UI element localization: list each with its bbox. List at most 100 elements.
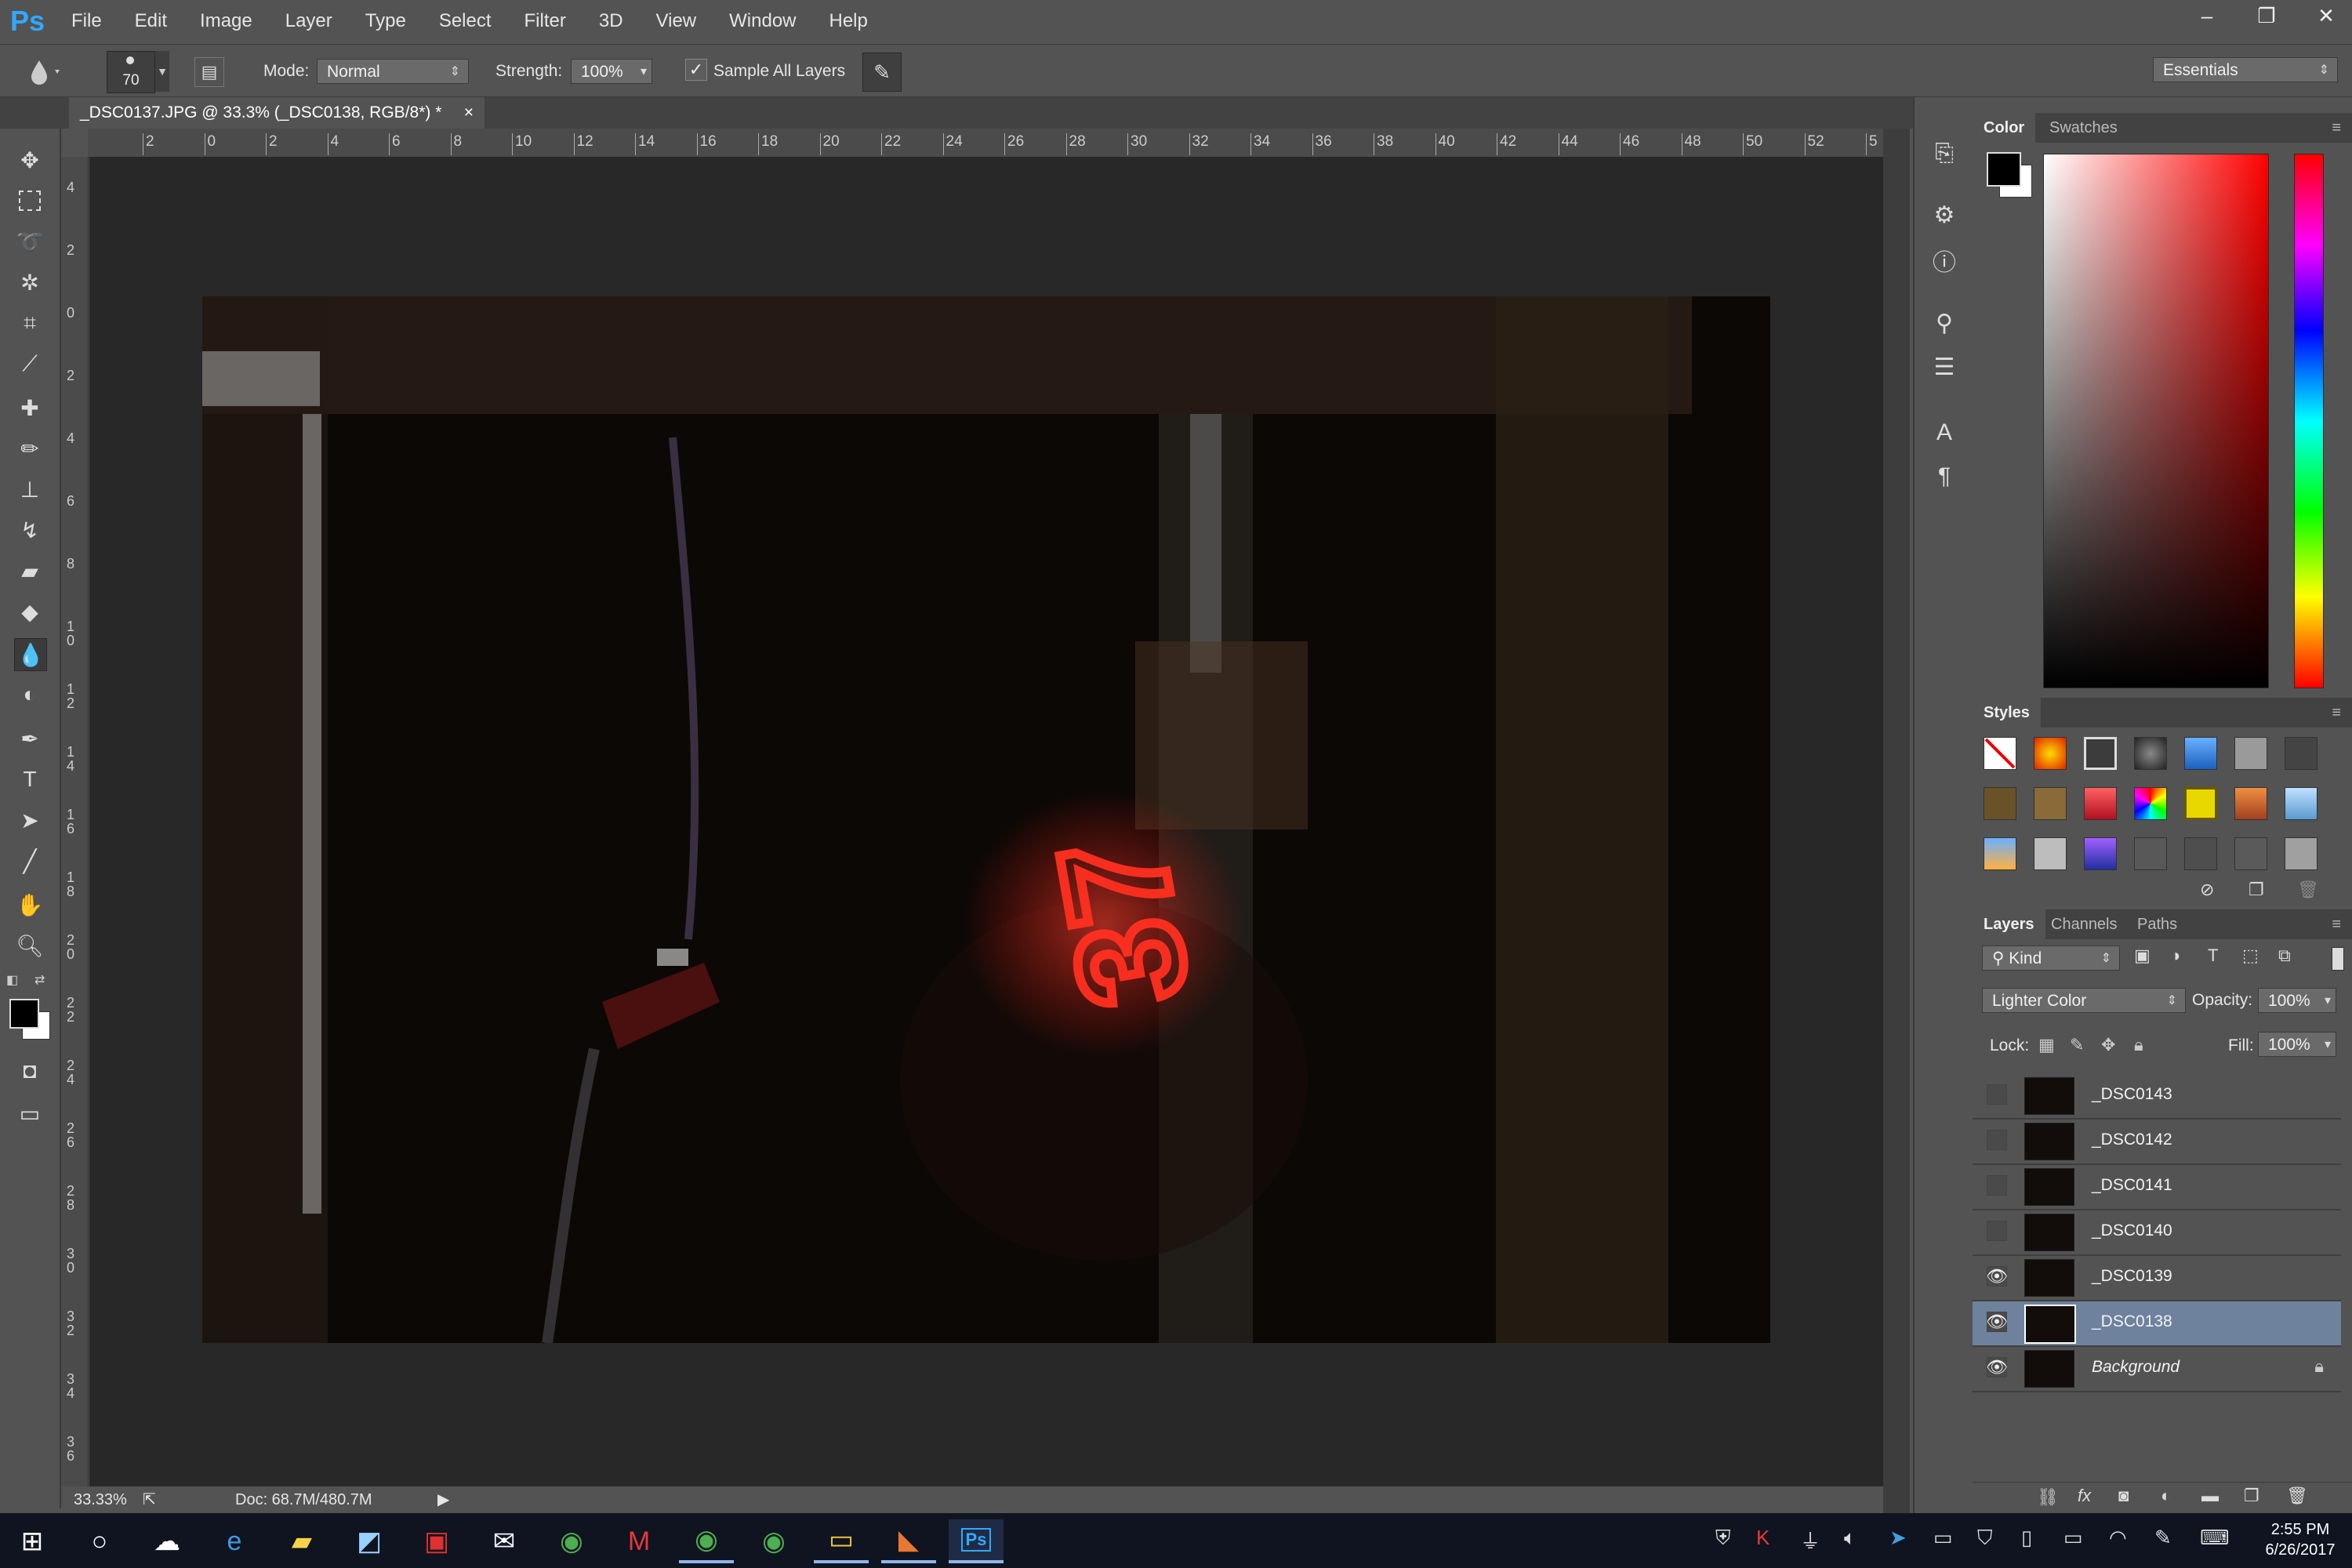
menu-file[interactable]: File <box>55 0 118 42</box>
tab-channels[interactable]: Channels <box>2040 909 2129 939</box>
visibility-toggle[interactable] <box>1987 1221 2007 1241</box>
menu-filter[interactable]: Filter <box>508 0 583 42</box>
style-swatch-fire[interactable] <box>2034 737 2067 770</box>
style-swatch-chrome[interactable] <box>2134 737 2167 770</box>
brush-size-picker[interactable]: 70 <box>107 51 155 93</box>
style-swatch-ice[interactable] <box>2285 787 2318 820</box>
style-swatch-gray5[interactable] <box>2285 837 2318 870</box>
lock-transparency-icon[interactable]: ▦ <box>2038 1035 2055 1055</box>
shield-tray-icon[interactable]: ⛉ <box>1977 1526 1993 1551</box>
style-swatch-wood[interactable] <box>2034 787 2067 820</box>
filter-toggle-switch[interactable] <box>2332 947 2344 971</box>
style-swatch-gray[interactable] <box>2234 737 2267 770</box>
volume-tray-icon[interactable]: 🔈︎ <box>1844 1526 1857 1551</box>
tab-paths[interactable]: Paths <box>2126 909 2188 939</box>
style-swatch-yellow[interactable] <box>2184 787 2217 820</box>
screen-mode-icon[interactable]: ▭ <box>14 1098 45 1129</box>
menu-window[interactable]: Window <box>713 0 812 42</box>
eye-icon[interactable]: 👁︎ <box>1986 1357 2008 1377</box>
blur-tool-preset-picker[interactable] <box>16 56 71 87</box>
sample-all-layers-checkbox[interactable]: ✓ <box>685 59 707 81</box>
layer-row[interactable]: _DSC0141 <box>1973 1165 2341 1210</box>
magic-wand-tool-icon[interactable]: ✲ <box>14 267 45 298</box>
info-panel-icon[interactable]: ⓘ <box>1929 245 1960 276</box>
close-window-button[interactable]: ✕ <box>2299 0 2352 31</box>
brush-panel-toggle-icon[interactable]: ▤ <box>194 57 224 87</box>
fill-input[interactable]: 100% ▾ <box>2258 1032 2336 1057</box>
sticky-notes-icon[interactable]: ▰ <box>274 1519 329 1563</box>
workspace-dropdown[interactable]: Essentials ⇕ <box>2153 57 2338 82</box>
tab-layers[interactable]: Layers <box>1973 909 2045 939</box>
brush-tool-icon[interactable]: ✏ <box>14 433 45 464</box>
style-swatch-gray4[interactable] <box>2234 837 2267 870</box>
windows-start-icon[interactable]: ⊞ <box>5 1519 60 1563</box>
photoshop-taskbar-icon[interactable]: Ps <box>949 1519 1004 1563</box>
keyboard-tray-icon[interactable]: ⌨ <box>2200 1526 2230 1550</box>
paragraph-panel-icon[interactable]: ¶ <box>1929 461 1960 492</box>
color-fg-swatch[interactable] <box>1987 152 2021 187</box>
filter-smart-object-icon[interactable]: ⧉ <box>2278 946 2291 966</box>
usb-tray-icon[interactable]: ⏚ <box>1800 1526 1820 1555</box>
status-export-icon[interactable]: ⇱ <box>143 1490 156 1509</box>
lasso-tool-icon[interactable]: ➰ <box>14 226 45 257</box>
adjustment-layer-icon[interactable]: ◐ <box>2161 1486 2171 1506</box>
tab-styles[interactable]: Styles <box>1973 698 2041 728</box>
tally-app-icon[interactable]: ▣ <box>409 1519 464 1563</box>
pen-tray-icon[interactable]: ✎ <box>2154 1526 2172 1550</box>
style-none-swatch[interactable] <box>1984 737 2016 770</box>
filter-shape-icon[interactable]: ⬚ <box>2242 946 2259 966</box>
file-explorer-icon[interactable]: ▭ <box>814 1519 869 1563</box>
properties-panel-icon[interactable]: ⚙ <box>1929 199 1960 230</box>
style-swatch-gray3[interactable] <box>2184 837 2217 870</box>
device-tray-icon[interactable]: ▯ <box>2021 1526 2032 1550</box>
status-menu-arrow-icon[interactable]: ▶ <box>437 1490 449 1509</box>
filter-type-icon[interactable]: T <box>2208 946 2218 966</box>
cortana-icon[interactable]: ○ <box>72 1519 127 1563</box>
style-swatch-sky[interactable] <box>1984 837 2016 870</box>
history-brush-tool-icon[interactable]: ↯ <box>14 514 45 546</box>
chrome-profile-2-icon[interactable]: ◉ <box>746 1519 801 1563</box>
default-colors-icon[interactable]: ◧ <box>6 972 18 988</box>
style-swatch-pattern[interactable] <box>2034 837 2067 870</box>
link-layers-icon[interactable]: ⛓ <box>2037 1487 2059 1508</box>
foreground-color-swatch[interactable] <box>9 999 39 1029</box>
tab-close-icon[interactable]: × <box>464 97 474 129</box>
document-tab[interactable]: _DSC0137.JPG @ 33.3% (_DSC0138, RGB/8*) … <box>69 97 485 129</box>
layer-row[interactable]: 👁︎ _DSC0139 <box>1973 1256 2341 1301</box>
adjustments-panel-icon[interactable]: ☰ <box>1929 351 1960 383</box>
eyedropper-tool-icon[interactable]: ⟋ <box>14 348 45 379</box>
tab-color[interactable]: Color <box>1973 113 2036 143</box>
menu-view[interactable]: View <box>640 0 713 42</box>
visibility-toggle[interactable] <box>1987 1084 2007 1105</box>
media-app-icon[interactable]: ◣ <box>881 1519 936 1563</box>
new-style-icon[interactable]: ❐ <box>2249 880 2264 900</box>
delete-style-icon[interactable]: 🗑︎ <box>2297 880 2319 900</box>
eraser-tool-icon[interactable]: ▰ <box>14 555 45 586</box>
hue-slider[interactable] <box>2294 154 2324 688</box>
style-swatch-red[interactable] <box>2084 787 2117 820</box>
marquee-tool-icon[interactable] <box>14 185 45 216</box>
style-swatch-purple[interactable] <box>2084 837 2117 870</box>
eye-icon[interactable]: 👁︎ <box>1986 1312 2008 1332</box>
mcafee-icon[interactable]: M <box>612 1519 666 1563</box>
layer-row[interactable]: _DSC0143 <box>1973 1074 2341 1120</box>
layer-row[interactable]: _DSC0140 <box>1973 1210 2341 1256</box>
opacity-input[interactable]: 100% ▾ <box>2258 988 2336 1013</box>
clone-stamp-tool-icon[interactable]: ⊥ <box>14 474 45 505</box>
layer-row-background[interactable]: 👁︎ Background 🔒︎ <box>1973 1347 2341 1392</box>
menu-help[interactable]: Help <box>813 0 884 42</box>
style-swatch-gray2[interactable] <box>2134 837 2167 870</box>
line-tool-icon[interactable]: ╱ <box>14 845 45 877</box>
antivirus-tray-icon[interactable]: K <box>1756 1526 1769 1550</box>
delete-layer-icon[interactable]: 🗑︎ <box>2286 1486 2308 1506</box>
menu-edit[interactable]: Edit <box>118 0 183 42</box>
blur-tool-icon[interactable]: 💧 <box>14 638 47 671</box>
style-swatch-orange[interactable] <box>2234 787 2267 820</box>
zoom-tool-icon[interactable]: 🔍︎ <box>14 930 45 961</box>
layer-filter-kind-dropdown[interactable]: ⚲ Kind ⇕ <box>1982 946 2120 971</box>
swap-colors-icon[interactable]: ⇄ <box>34 972 45 988</box>
style-swatch-bronze[interactable] <box>1984 787 2016 820</box>
lock-position-icon[interactable]: ✥ <box>2101 1035 2115 1055</box>
restore-button[interactable]: ❐ <box>2239 0 2294 31</box>
filter-adjustment-icon[interactable]: ◑ <box>2170 946 2180 966</box>
